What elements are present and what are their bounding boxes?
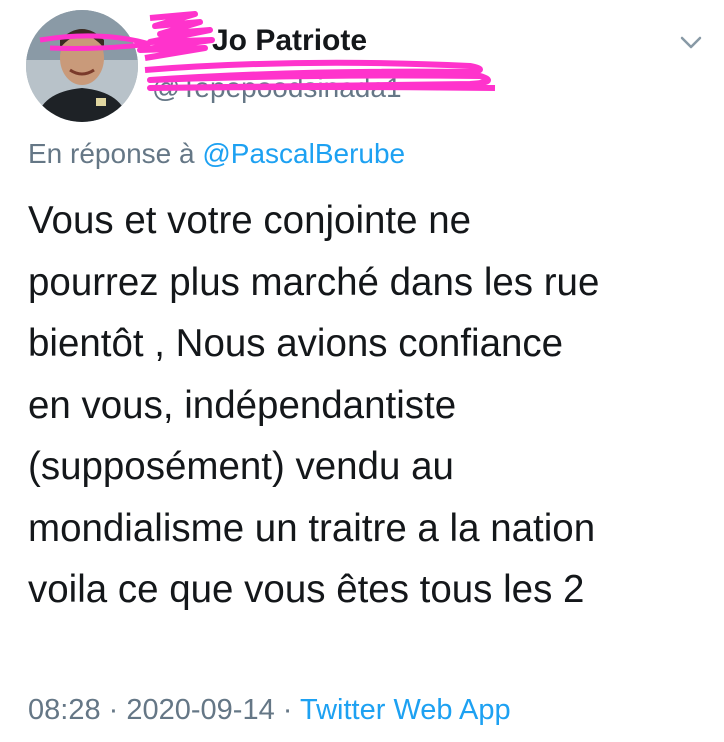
author-handle[interactable]: @Tepepoodsinada1 [152,72,402,104]
reply-prefix: En réponse à [28,138,195,169]
tweet-line: bientôt , Nous avions confiance [28,322,564,365]
author-name[interactable]: Jo Patriote [212,24,367,58]
author-name-prefix: Jo [212,24,248,57]
tweet-line: Vous et votre conjointe ne [28,199,472,242]
meta-separator: · [282,694,293,726]
chevron-down-icon[interactable] [676,30,706,54]
reply-context: En réponse à @PascalBerube [28,138,405,170]
tweet-line: (supposément) vendu au [28,445,454,488]
tweet-time[interactable]: 08:28 [28,694,101,726]
tweet-date[interactable]: 2020-09-14 [126,694,274,726]
profile-photo [26,10,138,122]
tweet-line: voila ce que vous êtes tous les 2 [28,568,585,611]
tweet-meta: 08:28 · 2020-09-14 · Twitter Web App [28,694,511,727]
tweet-line: pourrez plus marché dans les rue [28,260,600,304]
tweet-text: Vous et votre conjointe ne pourrez plus … [28,190,708,621]
author-name-text: Patriote [255,24,368,57]
tweet-line: en vous, indépendantiste [28,383,457,427]
tweet-line: mondialisme un traitre a la nation [28,506,596,550]
reply-mention-link[interactable]: @PascalBerube [202,138,405,169]
meta-separator: · [108,694,119,726]
avatar[interactable] [26,10,138,122]
tweet-source-link[interactable]: Twitter Web App [300,694,511,726]
